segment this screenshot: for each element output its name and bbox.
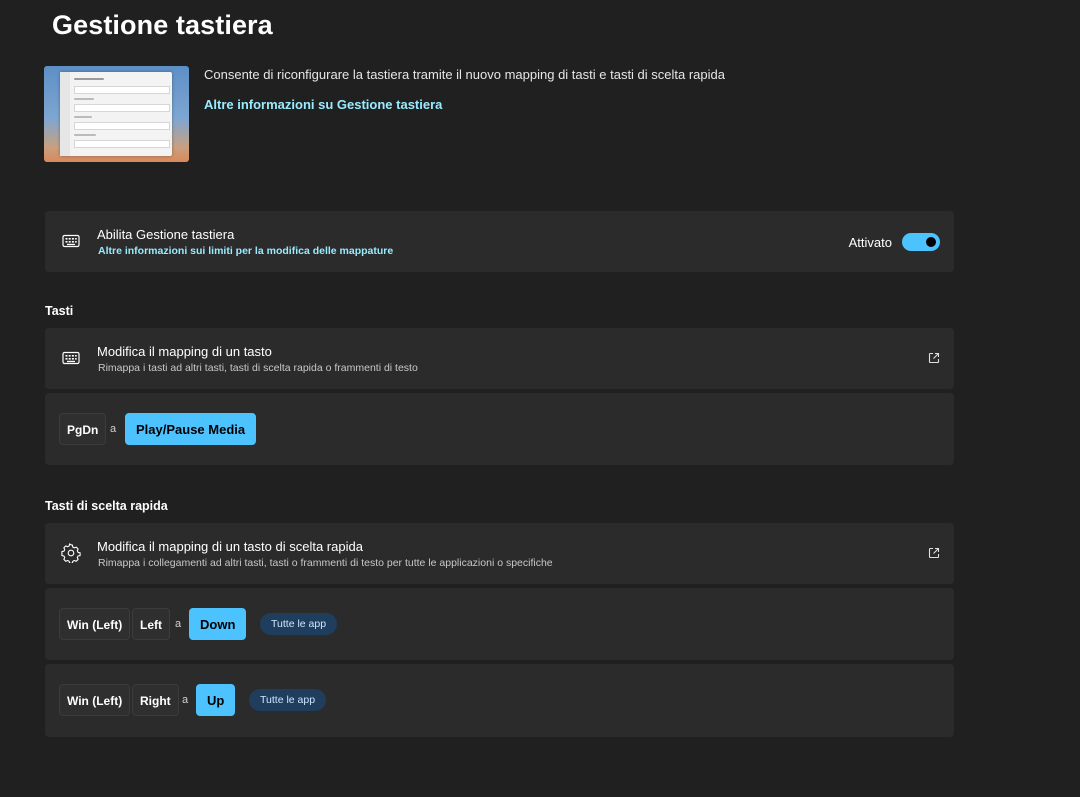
- mapping-separator: a: [110, 423, 117, 435]
- hero-image: [44, 66, 189, 162]
- app-scope-badge: Tutte le app: [260, 613, 338, 635]
- limits-info-link[interactable]: Altre informazioni sui limiti per la mod…: [98, 245, 393, 257]
- shortcuts-section-title: Tasti di scelta rapida: [45, 499, 168, 513]
- enable-title: Abilita Gestione tastiera: [97, 227, 235, 242]
- remap-key-title: Modifica il mapping di un tasto: [97, 344, 272, 359]
- remap-shortcut-subtitle: Rimappa i collegamenti ad altri tasti, t…: [98, 557, 553, 569]
- page-title: Gestione tastiera: [52, 10, 273, 40]
- source-key: Win (Left): [59, 608, 131, 640]
- target-key: Up: [196, 684, 236, 716]
- shortcut-mapping-row: Win (Left) Left a Down Tutte le app: [45, 588, 954, 660]
- open-external-icon[interactable]: [928, 547, 940, 559]
- app-scope-badge: Tutte le app: [249, 689, 327, 711]
- keyboard-manager-page: Gestione tastiera Consente di riconfigur…: [0, 0, 1080, 797]
- source-key: Right: [132, 684, 179, 716]
- mapping-separator: a: [182, 694, 189, 706]
- learn-more-link[interactable]: Altre informazioni su Gestione tastiera: [204, 97, 442, 112]
- mapping-separator: a: [175, 618, 182, 630]
- toggle-knob: [926, 237, 936, 247]
- source-key: Win (Left): [59, 684, 131, 716]
- enable-keyboard-manager-card: Abilita Gestione tastiera Altre informaz…: [45, 211, 954, 272]
- keys-section-title: Tasti: [45, 304, 74, 318]
- open-external-icon[interactable]: [928, 352, 940, 364]
- shortcut-mapping-row: Win (Left) Right a Up Tutte le app: [45, 664, 954, 737]
- keyboard-icon: [61, 231, 81, 251]
- remap-shortcut-title: Modifica il mapping di un tasto di scelt…: [97, 539, 363, 554]
- remap-key-card[interactable]: Modifica il mapping di un tasto Rimappa …: [45, 328, 954, 389]
- enable-toggle[interactable]: [902, 233, 940, 251]
- hero-description: Consente di riconfigurare la tastiera tr…: [204, 67, 725, 82]
- toggle-state-label: Attivato: [848, 235, 892, 250]
- target-key: Play/Pause Media: [125, 413, 257, 445]
- keyboard-icon: [61, 348, 81, 368]
- key-mapping-row: PgDn a Play/Pause Media: [45, 393, 954, 465]
- target-key: Down: [189, 608, 247, 640]
- source-key: Left: [132, 608, 170, 640]
- remap-key-subtitle: Rimappa i tasti ad altri tasti, tasti di…: [98, 362, 418, 374]
- source-key: PgDn: [59, 413, 107, 445]
- gear-icon: [61, 543, 81, 563]
- remap-shortcut-card[interactable]: Modifica il mapping di un tasto di scelt…: [45, 523, 954, 584]
